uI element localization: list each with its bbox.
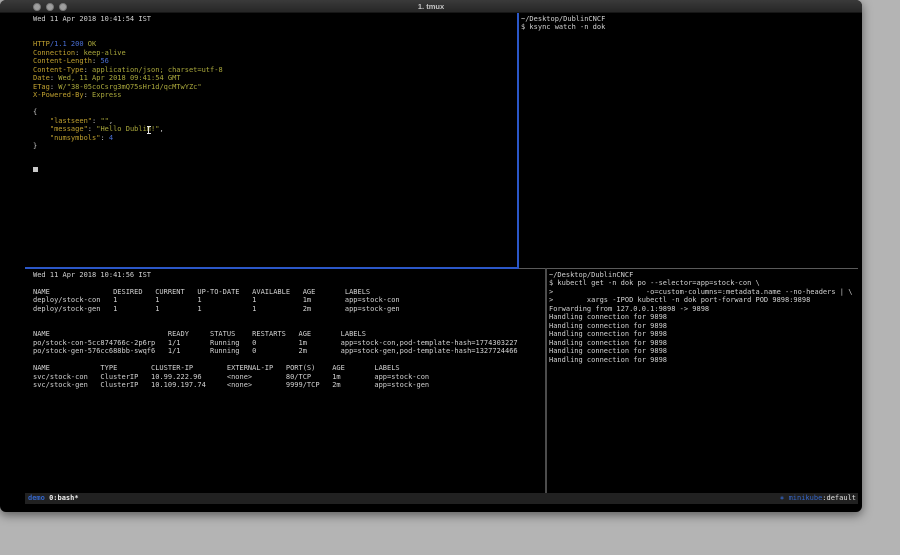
active-pane-border-vertical[interactable]	[517, 13, 519, 268]
pane-border-horizontal[interactable]	[519, 268, 858, 269]
terminal-block-cursor	[33, 167, 38, 172]
terminal-line: svc/stock-con ClusterIP 10.99.222.96 <no…	[33, 373, 518, 382]
terminal-line: "numsymbols": 4	[33, 134, 223, 143]
terminal-line: Wed 11 Apr 2018 10:41:56 IST	[33, 271, 518, 280]
terminal-line: NAME TYPE CLUSTER-IP EXTERNAL-IP PORT(S)…	[33, 364, 518, 373]
terminal-line: }	[33, 142, 223, 151]
terminal-line: "message": "Hello Dublin!",	[33, 125, 223, 134]
status-right: ⎈ minikube:default	[780, 493, 858, 504]
terminal-line	[33, 100, 223, 109]
terminal-line	[33, 23, 223, 32]
terminal-line: Handling connection for 9898	[549, 339, 852, 348]
terminal-line: Handling connection for 9898	[549, 322, 852, 331]
active-window-label[interactable]: 0:bash*	[49, 494, 79, 502]
terminal-line: ~/Desktop/DublinCNCF	[549, 271, 852, 280]
terminal-line: X-Powered-By: Express	[33, 91, 223, 100]
tmux-status-bar[interactable]: demo 0:bash* ⎈ minikube:default	[25, 493, 858, 504]
terminal-line: HTTP/1.1 200 OK	[33, 40, 223, 49]
terminal-line: Forwarding from 127.0.0.1:9898 -> 9898	[549, 305, 852, 314]
mouse-ibeam-cursor	[146, 126, 151, 134]
status-left: demo 0:bash*	[25, 493, 79, 504]
terminal-line: $ ksync watch -n dok	[521, 23, 605, 32]
terminal-line: deploy/stock-con 1 1 1 1 1m app=stock-co…	[33, 296, 518, 305]
terminal-line: Content-Length: 56	[33, 57, 223, 66]
terminal-line: Connection: keep-alive	[33, 49, 223, 58]
terminal-line: Content-Type: application/json; charset=…	[33, 66, 223, 75]
terminal-line: po/stock-con-5cc874766c-2p6rp 1/1 Runnin…	[33, 339, 518, 348]
terminal-line	[33, 322, 518, 331]
terminal-line	[33, 279, 518, 288]
terminal-line: Handling connection for 9898	[549, 356, 852, 365]
terminal-line: Handling connection for 9898	[549, 313, 852, 322]
pane-port-forward-shell[interactable]: ~/Desktop/DublinCNCF$ kubectl get -n dok…	[549, 271, 852, 365]
pane-kubectl-watch[interactable]: Wed 11 Apr 2018 10:41:56 IST NAME DESIRED…	[33, 271, 518, 390]
terminal-line: Handling connection for 9898	[549, 330, 852, 339]
window-title: 1. tmux	[0, 0, 862, 13]
terminal-line: NAME DESIRED CURRENT UP-TO-DATE AVAILABL…	[33, 288, 518, 297]
pane-ksync-shell[interactable]: ~/Desktop/DublinCNCF$ ksync watch -n dok	[521, 15, 605, 32]
pane-http-response[interactable]: Wed 11 Apr 2018 10:41:54 IST HTTP/1.1 200…	[33, 15, 223, 151]
terminal-line: > -o=custom-columns=:metadata.name --no-…	[549, 288, 852, 297]
terminal-line: $ kubectl get -n dok po --selector=app=s…	[549, 279, 852, 288]
terminal-line: "lastseen": "",	[33, 117, 223, 126]
terminal-line: Wed 11 Apr 2018 10:41:54 IST	[33, 15, 223, 24]
pane-border-vertical[interactable]	[545, 268, 547, 493]
terminal-line: po/stock-gen-576cc688bb-swqf6 1/1 Runnin…	[33, 347, 518, 356]
terminal-window: 1. tmux Wed 11 Apr 2018 10:41:54 IST HTTP…	[0, 0, 862, 512]
terminal-line: deploy/stock-gen 1 1 1 1 2m app=stock-ge…	[33, 305, 518, 314]
terminal-line	[33, 32, 223, 41]
session-name: demo	[28, 494, 45, 502]
terminal-line: Handling connection for 9898	[549, 347, 852, 356]
terminal-line: NAME READY STATUS RESTARTS AGE LABELS	[33, 330, 518, 339]
kube-namespace: :default	[822, 494, 856, 502]
terminal-line: Date: Wed, 11 Apr 2018 09:41:54 GMT	[33, 74, 223, 83]
terminal-line: ~/Desktop/DublinCNCF	[521, 15, 605, 24]
kube-context: minikube	[789, 494, 823, 502]
terminal-line: ETag: W/"38-05coCsrg3mQ75sHr1d/qcMTwYZc"	[33, 83, 223, 92]
window-titlebar[interactable]: 1. tmux	[0, 0, 862, 13]
terminal-line: > xargs -IPOD kubectl -n dok port-forwar…	[549, 296, 852, 305]
terminal-line	[33, 356, 518, 365]
terminal-line	[33, 313, 518, 322]
active-pane-border-horizontal[interactable]	[25, 267, 519, 269]
terminal-line: {	[33, 108, 223, 117]
desktop-background: 1. tmux Wed 11 Apr 2018 10:41:54 IST HTTP…	[0, 0, 900, 555]
terminal-line: svc/stock-gen ClusterIP 10.109.197.74 <n…	[33, 381, 518, 390]
